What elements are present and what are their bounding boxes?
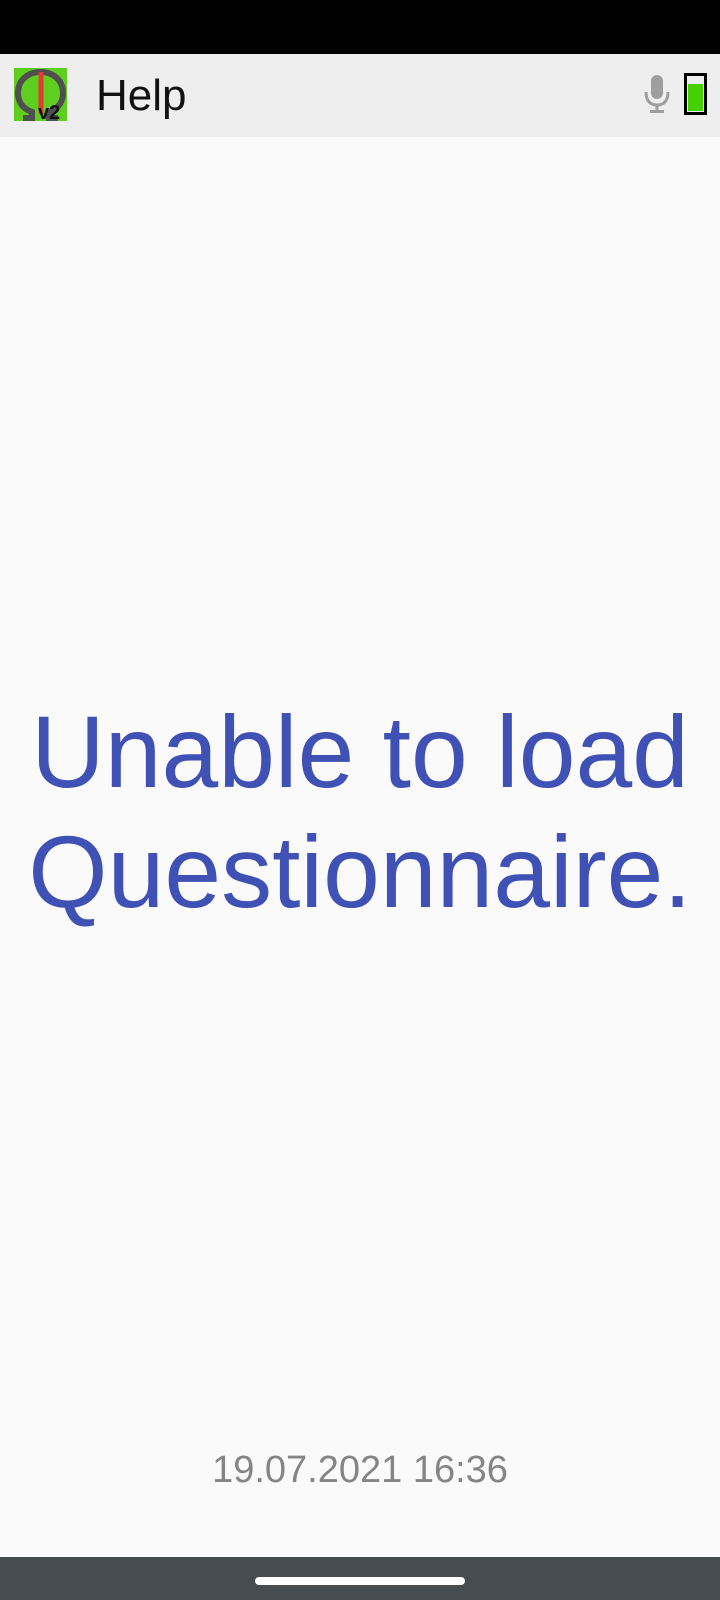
app-bar: v2 Help xyxy=(0,54,720,137)
error-message-line1: Unable to load xyxy=(31,695,689,809)
error-message: Unable to load Questionnaire. xyxy=(0,692,720,932)
timestamp: 19.07.2021 16:36 xyxy=(212,1449,508,1491)
battery-icon xyxy=(684,73,707,115)
page-title: Help xyxy=(96,71,187,120)
navigation-bar xyxy=(0,1557,720,1600)
status-bar xyxy=(0,0,720,54)
logo-badge: v2 xyxy=(38,102,60,121)
app-logo-icon: v2 xyxy=(14,68,67,121)
home-gesture-handle[interactable] xyxy=(255,1577,465,1585)
microphone-icon xyxy=(644,75,670,113)
error-message-line2: Questionnaire. xyxy=(28,815,692,929)
